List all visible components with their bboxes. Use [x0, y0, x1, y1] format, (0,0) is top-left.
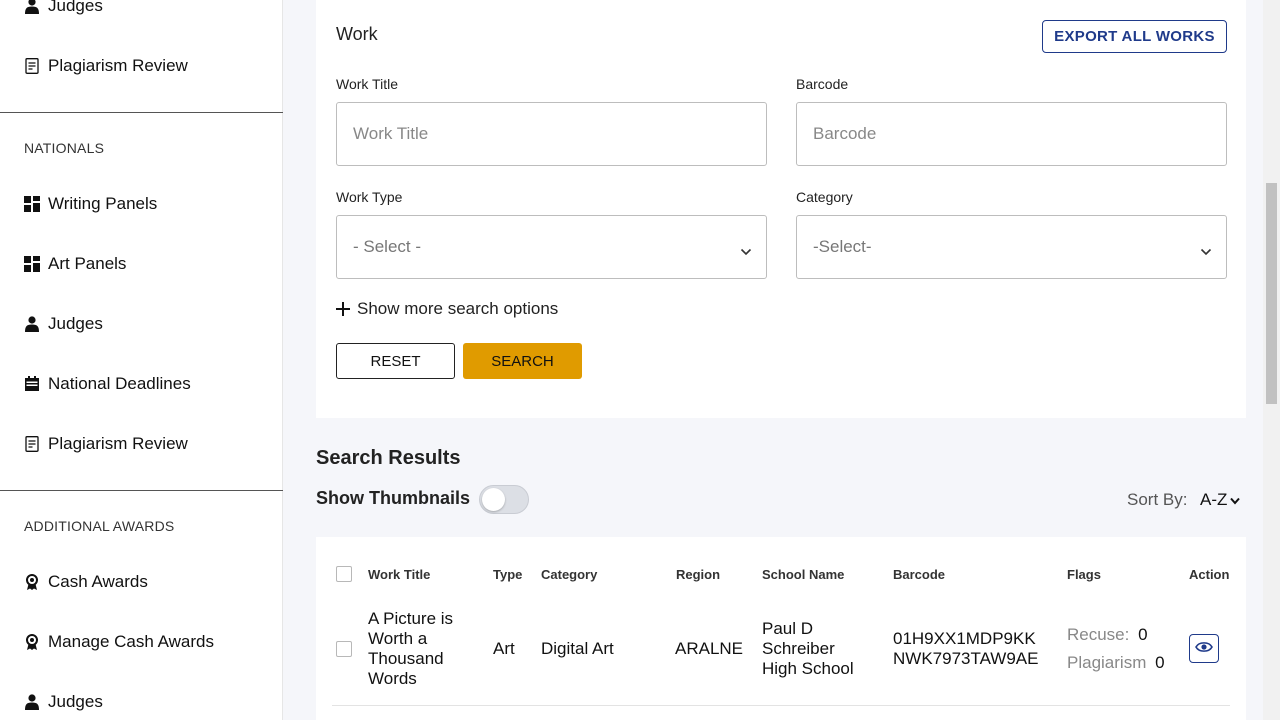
sidebar-item-label: Art Panels — [48, 254, 127, 273]
sidebar-item-label: Plagiarism Review — [48, 56, 188, 75]
sort-by-label: Sort By: — [1127, 490, 1188, 509]
sidebar-item-label: Writing Panels — [48, 194, 158, 213]
category-label: Category — [796, 189, 853, 205]
barcode-label: Barcode — [796, 76, 849, 92]
grid-icon — [24, 196, 40, 212]
category-select[interactable]: -Select- — [796, 215, 1227, 279]
plagiarism-label: Plagiarism — [1067, 653, 1147, 672]
row-divider — [332, 705, 1230, 706]
column-header-school-name[interactable]: School Name — [762, 567, 844, 582]
cell-work-title[interactable]: A Picture is Worth a Thousand Words — [368, 609, 478, 689]
grid-icon — [24, 256, 40, 272]
sidebar-item-label: Judges — [48, 0, 103, 15]
column-header-type[interactable]: Type — [493, 567, 522, 582]
sidebar-divider — [0, 112, 283, 113]
cell-category: Digital Art — [541, 639, 614, 658]
search-card: Work EXPORT ALL WORKS Work Title Barcode… — [316, 0, 1246, 418]
work-type-value: - Select - — [353, 237, 422, 256]
barcode-input[interactable] — [796, 102, 1227, 166]
sidebar-item-label: Judges — [48, 692, 103, 711]
sidebar-item-plagiarism-review-nationals[interactable]: Plagiarism Review — [24, 434, 188, 454]
column-header-barcode[interactable]: Barcode — [893, 567, 945, 582]
toggle-knob — [482, 488, 505, 511]
plagiarism-count: 0 — [1155, 653, 1165, 672]
chevron-down-icon — [1230, 490, 1241, 510]
work-title-input[interactable] — [336, 102, 767, 166]
person-icon — [24, 0, 40, 14]
document-check-icon — [24, 436, 40, 452]
cell-flags-recuse: Recuse: 0 — [1067, 625, 1148, 645]
select-all-checkbox[interactable] — [336, 566, 352, 582]
person-icon — [24, 316, 40, 332]
gutter — [283, 0, 300, 720]
search-button[interactable]: SEARCH — [463, 343, 582, 379]
award-icon — [24, 634, 40, 650]
sidebar-item-label: Judges — [48, 314, 103, 333]
column-header-region[interactable]: Region — [676, 567, 720, 582]
category-value: -Select- — [813, 237, 872, 256]
sort-by-select[interactable]: A-Z — [1200, 490, 1241, 510]
sidebar-item-writing-panels[interactable]: Writing Panels — [24, 194, 157, 214]
sidebar-item-manage-cash-awards[interactable]: Manage Cash Awards — [24, 632, 214, 652]
search-results-title: Search Results — [316, 447, 461, 469]
recuse-count: 0 — [1138, 625, 1148, 644]
sidebar-item-cash-awards[interactable]: Cash Awards — [24, 572, 148, 592]
show-thumbnails-label: Show Thumbnails — [316, 488, 471, 508]
show-more-options-toggle[interactable]: Show more search options — [336, 299, 558, 319]
document-check-icon — [24, 58, 40, 74]
sidebar-item-label: Manage Cash Awards — [48, 632, 215, 651]
work-title-label: Work Title — [336, 76, 398, 92]
cell-type: Art — [493, 639, 515, 658]
view-work-button[interactable] — [1189, 634, 1219, 663]
sidebar-item-judges-top[interactable]: Judges — [24, 0, 103, 16]
cell-flags-plagiarism: Plagiarism 0 — [1067, 653, 1165, 673]
show-thumbnails-toggle[interactable] — [479, 485, 529, 514]
column-header-work-title[interactable]: Work Title — [368, 567, 430, 582]
chevron-down-icon — [740, 241, 752, 261]
reset-button[interactable]: RESET — [336, 343, 455, 379]
sidebar-item-judges-awards[interactable]: Judges — [24, 692, 103, 712]
sidebar-item-art-panels[interactable]: Art Panels — [24, 254, 126, 274]
sort-by-value: A-Z — [1200, 490, 1228, 509]
sidebar: Judges Plagiarism Review NATIONALS Writi… — [0, 0, 283, 720]
sidebar-item-label: National Deadlines — [48, 374, 191, 393]
sidebar-heading-nationals: NATIONALS — [24, 140, 105, 156]
sidebar-item-plagiarism-review-top[interactable]: Plagiarism Review — [24, 56, 188, 76]
column-header-flags: Flags — [1067, 567, 1101, 582]
results-table: Work Title Type Category Region School N… — [316, 537, 1246, 720]
work-type-label: Work Type — [336, 189, 403, 205]
column-header-action: Action — [1189, 567, 1230, 582]
card-title: Work — [336, 24, 378, 44]
chevron-down-icon — [1200, 241, 1212, 261]
sidebar-item-label: Cash Awards — [48, 572, 148, 591]
plus-icon — [336, 300, 350, 318]
sidebar-heading-additional-awards: ADDITIONAL AWARDS — [24, 518, 175, 534]
sidebar-item-label: Plagiarism Review — [48, 434, 188, 453]
column-header-category[interactable]: Category — [541, 567, 597, 582]
eye-icon — [1195, 640, 1213, 658]
export-all-works-button[interactable]: EXPORT ALL WORKS — [1042, 20, 1227, 53]
show-more-options-label: Show more search options — [357, 299, 559, 318]
cell-school-name: Paul D Schreiber High School — [762, 619, 854, 678]
work-type-select[interactable]: - Select - — [336, 215, 767, 279]
sidebar-item-national-deadlines[interactable]: National Deadlines — [24, 374, 191, 394]
cell-barcode: 01H9XX1MDP9KKNWK7973TAW9AE — [893, 629, 1039, 668]
row-checkbox[interactable] — [336, 641, 352, 657]
sidebar-item-judges-nationals[interactable]: Judges — [24, 314, 103, 334]
person-icon — [24, 694, 40, 710]
sidebar-divider — [0, 490, 283, 491]
scrollbar-thumb[interactable] — [1266, 183, 1277, 404]
recuse-label: Recuse: — [1067, 625, 1130, 644]
award-icon — [24, 574, 40, 590]
calendar-icon — [24, 376, 40, 392]
cell-region: ARALNE — [675, 639, 744, 658]
